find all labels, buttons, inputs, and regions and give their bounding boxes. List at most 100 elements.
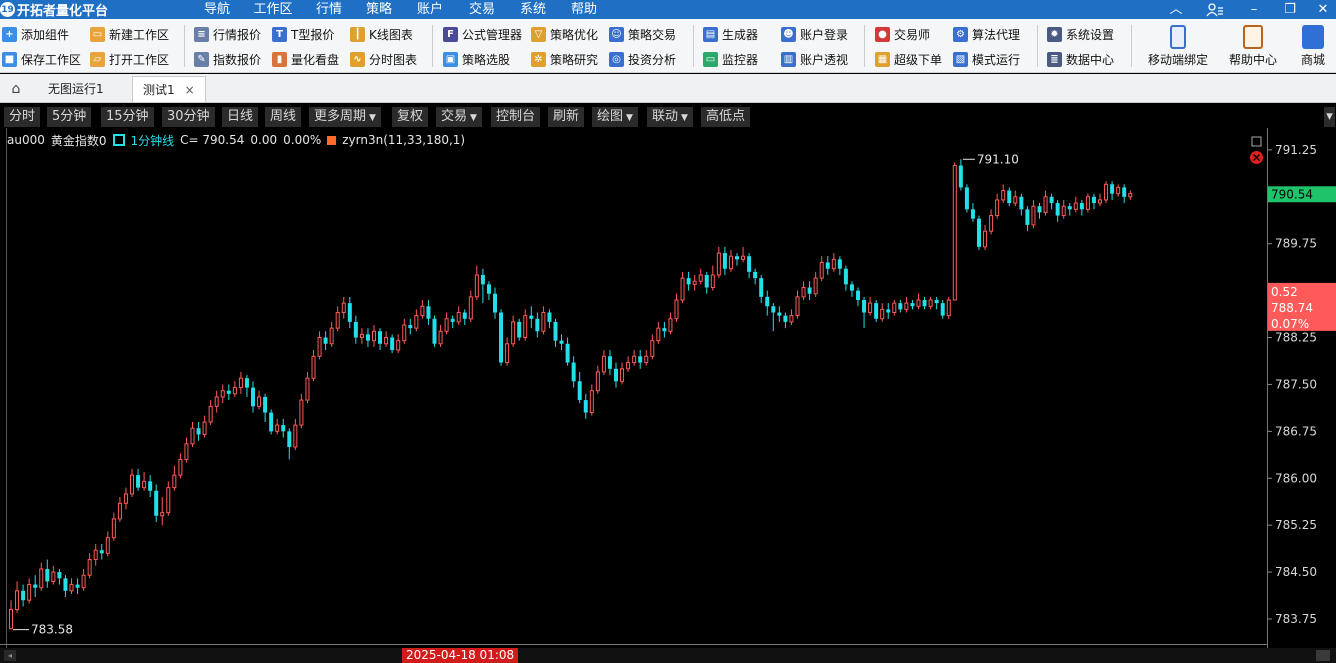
period-5min-button[interactable]: 5分钟 xyxy=(47,107,93,127)
link-dropdown[interactable]: 联动 ▼ xyxy=(647,107,694,127)
close-window-button[interactable]: ✕ xyxy=(1308,0,1336,19)
menu-workspace[interactable]: 工作区 xyxy=(245,0,301,19)
restore-button[interactable]: ❐ xyxy=(1275,0,1305,19)
btn-label: 高低点 xyxy=(706,109,746,124)
invest-analysis-button[interactable]: ◎ 投资分析 xyxy=(609,48,676,70)
candle-body-down xyxy=(390,337,395,351)
minimize-button[interactable]: – xyxy=(1239,0,1269,19)
trader-button[interactable]: ● 交易师 xyxy=(875,23,930,45)
period-weekly-button[interactable]: 周线 xyxy=(265,107,303,127)
kline-chart[interactable]: 791.25 789.75 788.25 787.50 786.75 786.00 785.… xyxy=(0,128,1336,648)
candle-body-down xyxy=(547,312,552,322)
save-workspace-button[interactable]: ■ 保存工作区 xyxy=(2,48,81,70)
refresh-button[interactable]: 刷新 xyxy=(548,107,586,127)
strategy-optimize-button[interactable]: ▽ 策略优化 xyxy=(531,23,598,45)
quote-report-button[interactable]: ≡ 行情报价 xyxy=(194,23,261,45)
candle-body-up xyxy=(819,261,824,279)
candle-body-down xyxy=(843,268,848,285)
strategy-research-button[interactable]: ✲ 策略研究 xyxy=(531,48,598,70)
candle-body-up xyxy=(329,327,334,345)
btn-label: 绘图 xyxy=(597,109,624,124)
index-quote-button[interactable]: ✎ 指数报价 xyxy=(194,48,261,70)
adjust-button[interactable]: 复权 xyxy=(392,107,430,127)
more-periods-dropdown[interactable]: 更多周期 ▼ xyxy=(309,107,382,127)
data-center-button[interactable]: ≣ 数据中心 xyxy=(1047,48,1114,70)
add-component-button[interactable]: + 添加组件 xyxy=(2,23,69,45)
period-daily-button[interactable]: 日线 xyxy=(222,107,260,127)
store-label: 商城 xyxy=(1300,53,1325,67)
candle-body-up xyxy=(130,474,134,495)
strategy-trade-button[interactable]: ☺ 策略交易 xyxy=(609,23,676,45)
toolbar-collapse-icon[interactable]: ▾ xyxy=(1324,107,1336,127)
save-workspace-icon: ■ xyxy=(2,51,17,67)
account-login-button[interactable]: ☻ 账户登录 xyxy=(781,23,848,45)
candle-body-up xyxy=(601,355,606,373)
indicator-name[interactable]: zyrn3n(11,33,180,1) xyxy=(342,133,465,147)
console-button[interactable]: 控制台 xyxy=(491,107,542,127)
time-chart-button[interactable]: ∿ 分时图表 xyxy=(350,48,417,70)
btn-label: 日线 xyxy=(227,109,254,124)
save-workspace-label: 保存工作区 xyxy=(21,52,82,67)
generator-button[interactable]: ▤ 生成器 xyxy=(703,23,758,45)
candle-body-down xyxy=(269,412,274,432)
draw-dropdown[interactable]: 绘图 ▼ xyxy=(592,107,639,127)
close-pane-icon[interactable] xyxy=(1250,151,1263,164)
symbol-name: 黄金指数0 xyxy=(50,133,107,148)
algo-agent-button[interactable]: ⚙ 算法代理 xyxy=(953,23,1020,45)
app-logo: 19 开拓者量化平台 xyxy=(0,1,108,19)
formula-manager-button[interactable]: F 公式管理器 xyxy=(443,23,522,45)
period-tick-button[interactable]: 分时 xyxy=(4,107,42,127)
t-quote-button[interactable]: T T型报价 xyxy=(272,23,334,45)
high-low-button[interactable]: 高低点 xyxy=(701,107,752,127)
quant-board-button[interactable]: ▮ 量化看盘 xyxy=(272,48,339,70)
account-view-button[interactable]: ▥ 账户透视 xyxy=(781,48,848,70)
scroll-right-handle[interactable] xyxy=(1316,650,1330,661)
kline-chart-button[interactable]: ┃ K线图表 xyxy=(350,23,413,45)
candle-body-down xyxy=(493,293,497,313)
system-settings-button[interactable]: ✹ 系统设置 xyxy=(1047,23,1114,45)
new-workspace-button[interactable]: ▭ 新建工作区 xyxy=(90,23,169,45)
trade-dropdown[interactable]: 交易 ▼ xyxy=(436,107,483,127)
mobile-phone-icon xyxy=(1170,25,1186,49)
store-button[interactable]: 商城 xyxy=(1278,25,1336,71)
system-settings-label: 系统设置 xyxy=(1066,27,1115,42)
tab-no-chart-run[interactable]: 无图运行1 xyxy=(38,76,114,102)
period-30min-button[interactable]: 30分钟 xyxy=(162,107,216,127)
mode-run-button[interactable]: ▧ 模式运行 xyxy=(953,48,1020,70)
price-tick-label: 784.50 xyxy=(1275,565,1317,579)
ribbon-toolbar: + 添加组件 ■ 保存工作区 ▭ 新建工作区 ▱ 打开工作区 ≡ 行情报价 ✎ 指数报价 T… xyxy=(0,19,1336,73)
candle-body-up xyxy=(178,458,183,476)
dropdown-arrow-icon: ▼ xyxy=(470,113,477,123)
candle-body-up xyxy=(117,502,122,520)
menu-market[interactable]: 行情 xyxy=(306,0,352,19)
menu-help[interactable]: 帮助 xyxy=(561,0,607,19)
open-workspace-button[interactable]: ▱ 打开工作区 xyxy=(90,48,169,70)
home-icon[interactable]: ⌂ xyxy=(4,78,28,100)
btn-label: 分时 xyxy=(9,109,36,124)
super-order-button[interactable]: ▦ 超级下单 xyxy=(875,48,942,70)
monitor-button[interactable]: ▭ 监控器 xyxy=(703,48,758,70)
menu-system[interactable]: 系统 xyxy=(510,0,556,19)
menu-trade[interactable]: 交易 xyxy=(458,0,506,19)
close-tab-icon[interactable]: × xyxy=(185,83,195,97)
ribbon-divider xyxy=(864,25,865,67)
candle-body-down xyxy=(196,428,201,435)
user-settings-icon[interactable] xyxy=(1200,0,1230,19)
ribbon-divider xyxy=(432,25,433,67)
menu-navigation[interactable]: 导航 xyxy=(193,0,241,19)
scroll-left-arrow-icon[interactable]: ◂ xyxy=(4,650,16,661)
collapse-ribbon-icon[interactable]: ︿ xyxy=(1161,0,1191,19)
tab-test1[interactable]: 测试1 × xyxy=(132,76,206,102)
menu-account[interactable]: 账户 xyxy=(407,0,453,19)
candle-body-down xyxy=(1037,206,1042,213)
mobile-bind-button[interactable]: 移动端绑定 xyxy=(1142,25,1214,71)
menu-strategy[interactable]: 策略 xyxy=(356,0,402,19)
time-scrollbar[interactable]: ◂ 2025-04-18 01:08 xyxy=(0,648,1336,663)
candle-body-up xyxy=(111,518,116,539)
candle-body-down xyxy=(486,284,491,294)
candle-body-up xyxy=(668,318,673,332)
generator-icon: ▤ xyxy=(703,26,718,42)
period-15min-button[interactable]: 15分钟 xyxy=(101,107,155,127)
candle-body-down xyxy=(1091,196,1096,204)
strategy-pick-button[interactable]: ▣ 策略选股 xyxy=(443,48,510,70)
